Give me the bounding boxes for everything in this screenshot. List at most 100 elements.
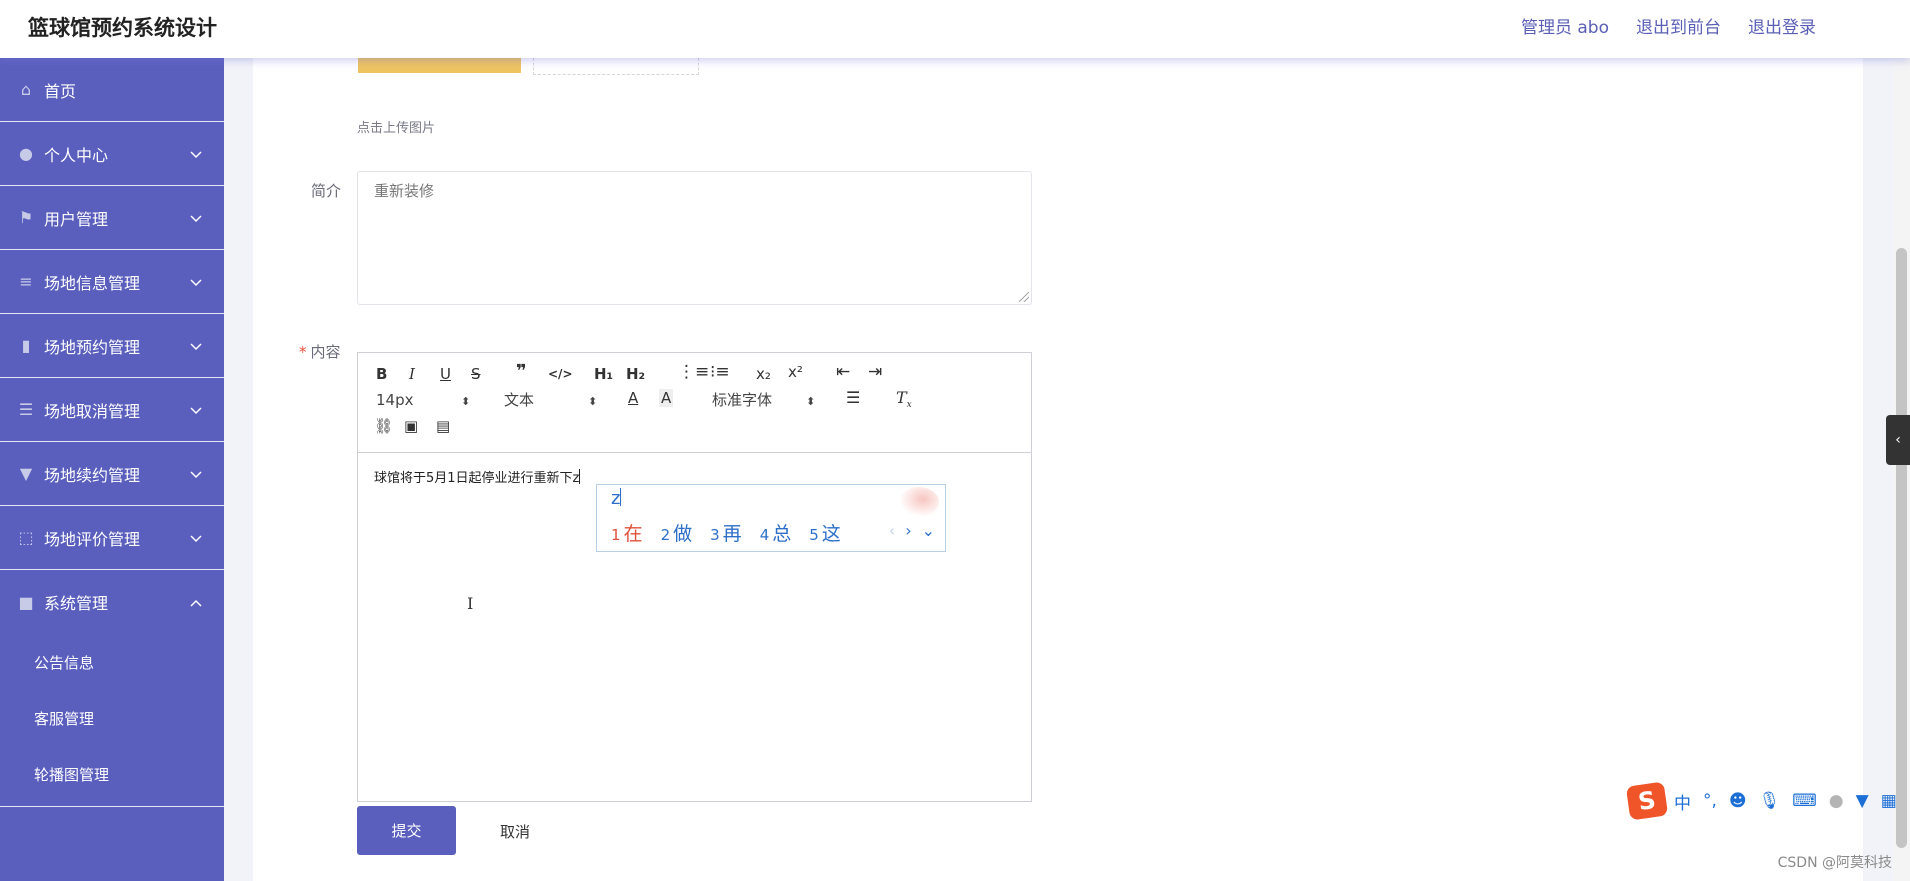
content-label-text: 内容 [310, 343, 341, 361]
building-icon: ▮ [21, 336, 31, 355]
exit-to-frontend-link[interactable]: 退出到前台 [1636, 13, 1721, 38]
bullet-list-icon[interactable]: ⁝≡ [710, 363, 730, 381]
outdent-icon[interactable]: ⇤ [836, 363, 850, 381]
header2-button[interactable]: H₂ [626, 365, 645, 383]
font-family-select[interactable]: 标准字体 [712, 391, 772, 409]
chevron-down-icon [190, 144, 202, 163]
indent-icon[interactable]: ⇥ [868, 363, 882, 381]
system-submenu: 公告信息 客服管理 轮播图管理 [0, 634, 224, 807]
block-type-select[interactable]: 文本 [504, 391, 534, 409]
sidebar-subitem-customer-service[interactable]: 客服管理 [0, 690, 224, 746]
user-icon[interactable]: ● [1829, 791, 1844, 811]
app-title: 篮球馆预约系统设计 [28, 16, 217, 40]
intro-value: 重新装修 [374, 182, 435, 200]
user-icon: ● [19, 144, 33, 163]
superscript-button[interactable]: x² [788, 363, 803, 381]
bold-button[interactable]: B [376, 365, 387, 383]
ime-candidate-popup: z 1在 2做 3再 4总 5这 ‹ › ⌄ [596, 484, 946, 552]
code-block-icon[interactable]: </> [548, 365, 573, 383]
underline-button[interactable]: U [440, 365, 451, 383]
briefcase-icon: ■ [18, 592, 34, 612]
emoji-icon[interactable]: ☻ [1729, 791, 1747, 811]
ime-candidate[interactable]: 2做 [661, 519, 693, 546]
ime-candidate[interactable]: 5这 [809, 519, 841, 546]
ime-candidate[interactable]: 3再 [710, 519, 742, 546]
sidebar-item-venue-info[interactable]: ≡ 场地信息管理 [0, 250, 224, 314]
sidebar: ⌂ 首页 ● 个人中心 ⚑ 用户管理 ≡ 场地信息管理 ▮ 场地预约管理 ☰ 场… [0, 58, 224, 881]
sidebar-subitem-announcements[interactable]: 公告信息 [0, 634, 224, 690]
next-page-icon[interactable]: › [905, 521, 911, 540]
sidebar-item-venue-review[interactable]: ⬚ 场地评价管理 [0, 506, 224, 570]
editor-text: 球馆将于5月1日起停业进行重新下z [374, 471, 580, 486]
header1-button[interactable]: H₁ [594, 365, 613, 383]
submit-button[interactable]: 提交 [357, 806, 456, 855]
sidebar-item-label: 场地取消管理 [44, 401, 141, 421]
keyboard-icon[interactable]: ⌨ [1792, 791, 1817, 811]
candidate-text: 再 [722, 523, 742, 545]
image-icon[interactable]: ▣ [404, 417, 418, 435]
align-icon[interactable]: ☰ [846, 389, 860, 407]
italic-button[interactable]: I [409, 365, 415, 383]
image-upload-dropzone[interactable] [533, 58, 699, 75]
link-icon[interactable]: ⛓ [374, 417, 393, 435]
chevron-down-icon [190, 272, 202, 291]
sidebar-item-venue-renewal[interactable]: ▼ 场地续约管理 [0, 442, 224, 506]
intro-textarea[interactable]: 重新装修 [357, 171, 1032, 305]
editor-content[interactable]: 球馆将于5月1日起停业进行重新下z [374, 467, 581, 486]
sidebar-subitem-carousel[interactable]: 轮播图管理 [0, 746, 224, 802]
sidebar-item-label: 系统管理 [44, 594, 109, 613]
ime-status-bar: S 中 °, ☻ 🎙︎ ⌨ ● ▼ ▦ [1625, 781, 1910, 821]
sidebar-item-label: 首页 [44, 81, 77, 101]
collapse-panel-tab[interactable]: ‹ [1886, 415, 1910, 465]
logout-link[interactable]: 退出登录 [1748, 13, 1816, 38]
intro-label: 简介 [311, 182, 342, 200]
sogou-logo-icon[interactable]: S [1625, 781, 1669, 821]
chevron-left-icon: ‹ [1895, 432, 1901, 448]
clear-format-icon[interactable]: Tx [896, 388, 912, 414]
chevron-down-icon [190, 336, 202, 355]
ordered-list-icon[interactable]: ⋮≡ [678, 363, 709, 381]
ime-bar-items: 中 °, ☻ 🎙︎ ⌨ ● ▼ ▦ [1674, 789, 1897, 814]
skin-icon[interactable]: ▼ [1856, 791, 1869, 811]
watermark: CSDN @阿莫科技 [1777, 855, 1892, 871]
ime-candidate[interactable]: 1在 [611, 519, 643, 546]
cancel-button[interactable]: 取消 [500, 821, 530, 842]
prev-page-icon[interactable]: ‹ [889, 521, 895, 540]
uploaded-image-thumbnail[interactable] [358, 58, 521, 73]
admin-user-link[interactable]: 管理员 abo [1521, 13, 1609, 38]
strike-button[interactable]: S [471, 365, 481, 383]
sidebar-item-label: 个人中心 [44, 145, 109, 165]
scrollbar-thumb[interactable] [1896, 248, 1907, 848]
sidebar-item-venue-booking[interactable]: ▮ 场地预约管理 [0, 314, 224, 378]
resize-handle[interactable] [1019, 292, 1029, 302]
list-icon: ☰ [18, 400, 34, 419]
sidebar-item-label: 场地评价管理 [44, 529, 141, 549]
ime-candidates: 1在 2做 3再 4总 5这 [611, 519, 841, 546]
sidebar-item-system-management[interactable]: ■ 系统管理 [0, 570, 224, 634]
sidebar-item-personal-center[interactable]: ● 个人中心 [0, 122, 224, 186]
sidebar-item-label: 场地续约管理 [44, 465, 141, 485]
background-color-icon[interactable]: A [659, 389, 674, 407]
candidate-text: 这 [821, 523, 841, 545]
blockquote-icon[interactable]: ❞ [516, 363, 527, 381]
sogou-swoosh-icon [899, 487, 939, 517]
microphone-icon[interactable]: 🎙︎ [1759, 791, 1781, 811]
video-icon[interactable]: ▤ [436, 417, 450, 435]
ime-candidate[interactable]: 4总 [760, 519, 792, 546]
frame-icon: ⬚ [18, 528, 34, 547]
text-color-icon[interactable]: A [628, 389, 638, 407]
top-header: 篮球馆预约系统设计 管理员 abo 退出到前台 退出登录 [0, 0, 1910, 58]
toolbox-icon[interactable]: ▦ [1881, 791, 1897, 811]
candidate-number: 3 [710, 526, 720, 544]
sidebar-item-label: 场地信息管理 [44, 273, 141, 293]
sidebar-item-venue-cancel[interactable]: ☰ 场地取消管理 [0, 378, 224, 442]
ime-lang-toggle[interactable]: 中 [1674, 789, 1691, 814]
subscript-button[interactable]: x₂ [756, 365, 771, 383]
ime-punct-toggle[interactable]: °, [1703, 791, 1717, 811]
sidebar-item-user-management[interactable]: ⚑ 用户管理 [0, 186, 224, 250]
required-mark: * [299, 343, 307, 361]
sidebar-item-home[interactable]: ⌂ 首页 [0, 58, 224, 122]
font-size-select[interactable]: 14px [376, 391, 414, 409]
expand-icon[interactable]: ⌄ [922, 521, 935, 540]
upload-hint: 点击上传图片 [357, 121, 436, 136]
